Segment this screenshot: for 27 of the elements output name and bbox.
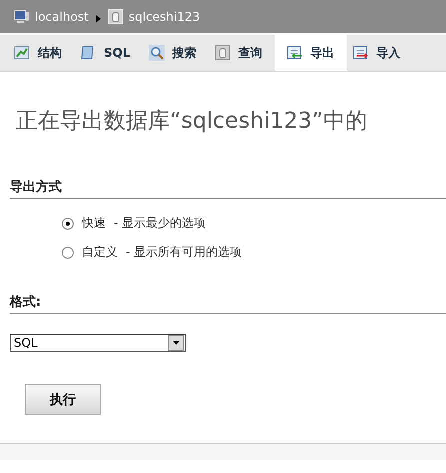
option-hint: - 显示所有可用的选项 — [126, 244, 242, 261]
execute-button[interactable]: 执行 — [25, 384, 101, 415]
caret-icon — [168, 335, 184, 351]
option-label[interactable]: 自定义 — [82, 244, 118, 261]
tab[interactable]: 查询 — [208, 35, 274, 71]
radio-button[interactable] — [62, 246, 74, 258]
option-label[interactable]: 快速 — [82, 215, 106, 232]
section-heading: 格式: — [10, 295, 42, 310]
tab[interactable]: 结构 — [8, 35, 74, 71]
document-icon — [80, 45, 96, 61]
tab[interactable]: 导入 — [346, 35, 412, 71]
tab[interactable]: 搜索 — [142, 35, 208, 71]
format-dropdown[interactable]: SQL — [10, 334, 186, 352]
computer-icon — [14, 8, 30, 24]
export-icon — [286, 45, 302, 61]
database-icon — [108, 8, 124, 24]
database-icon — [214, 45, 230, 61]
tab[interactable]: SQL — [74, 35, 142, 71]
arrow-icon — [96, 14, 101, 22]
option-hint: - 显示最少的选项 — [114, 215, 206, 232]
section-heading: 导出方式 — [10, 180, 62, 195]
radio-button[interactable] — [62, 218, 74, 230]
search-icon — [148, 45, 164, 61]
chart-icon — [14, 45, 30, 61]
page-title: 正在导出数据库“sqlceshi123”中的 — [16, 108, 368, 136]
tab[interactable]: 导出 — [274, 35, 346, 71]
import-icon — [352, 45, 368, 61]
